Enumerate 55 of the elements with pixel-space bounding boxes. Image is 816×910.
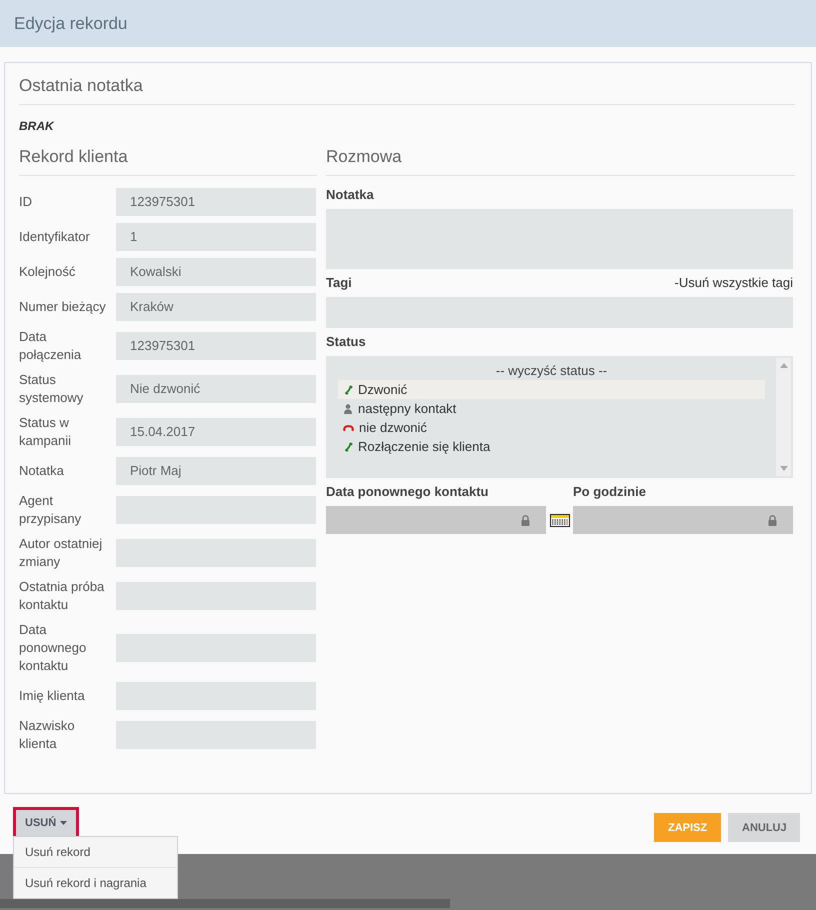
field-label: Status systemowy [19,371,84,407]
field-label: Notatka [19,462,65,480]
field-label: Nazwisko klienta [19,717,76,753]
field-label: Data ponownego kontaktu [326,483,490,501]
text-field[interactable]: 123975301 [116,188,316,216]
field-label: Imię klienta [19,687,86,705]
field-label: Status [326,333,367,351]
text-field[interactable]: 15.04.2017 [116,418,316,446]
text-field[interactable]: 1 [116,223,316,251]
menu-item[interactable]: Usuń rekord [14,837,177,867]
field-label: Tagi [326,274,352,292]
status-option[interactable]: Dzwonić [338,380,765,399]
last-note-text: BRAK [19,118,54,134]
field-label: Data ponownego kontaktu [19,621,88,675]
text-field[interactable]: Kowalski [116,258,316,286]
field-label: Numer bieżący [19,298,107,316]
person-icon [343,404,353,414]
field-label: Data połączenia [19,328,82,364]
scroll-up-icon[interactable] [780,363,788,368]
hang-up-icon [343,424,354,430]
field-label: Status w kampanii [19,414,72,450]
field-label: Autor ostatniej zmiany [19,535,104,571]
lock-icon [521,514,530,526]
phone-icon [343,384,353,394]
scroll-down-icon[interactable] [780,466,788,471]
text-field[interactable]: Piotr Maj [116,457,316,485]
phone-icon [343,442,353,452]
lock-icon [768,514,777,526]
caret-icon [60,821,68,825]
section-title: Rekord klienta [19,147,128,166]
status-option[interactable]: Rozłączenie się klienta [338,437,765,456]
field-label: Kolejność [19,263,76,281]
field-label: Po godzinie [573,483,647,501]
clear-status-option[interactable]: -- wyczyść status -- [338,362,765,380]
field-label: Notatka [326,186,375,204]
scrollbar-thumb[interactable] [0,899,450,908]
section-title: Rozmowa [326,147,402,166]
section-title: Ostatnia notatka [19,76,143,95]
remove-tags-link[interactable]: -Usuń wszystkie tagi [674,274,793,292]
field-label: ID [19,193,33,211]
status-option[interactable]: nie dzwonić [338,418,765,437]
text-field[interactable]: Nie dzwonić [116,375,316,403]
text-field[interactable]: Kraków [116,293,316,321]
status-list[interactable]: -- wyczyść status -- Dzwonić następny kontakt nie dzwonić Rozłączenie się klienta [326,356,793,478]
field-label: Identyfikator [19,228,91,246]
menu-item[interactable]: Usuń rekord i nagrania [14,867,177,898]
delete-button[interactable]: USUŃ [13,807,80,839]
cancel-button[interactable]: ANULUJ [728,813,800,842]
text-field[interactable]: 123975301 [116,332,316,360]
field-label: Agent przypisany [19,492,82,528]
calendar-icon[interactable] [550,514,570,526]
scrollbar[interactable] [776,358,791,476]
status-option[interactable]: następny kontakt [338,399,765,418]
window-title: Edycja rekordu [14,14,128,34]
field-label: Ostatnia próba kontaktu [19,578,106,614]
